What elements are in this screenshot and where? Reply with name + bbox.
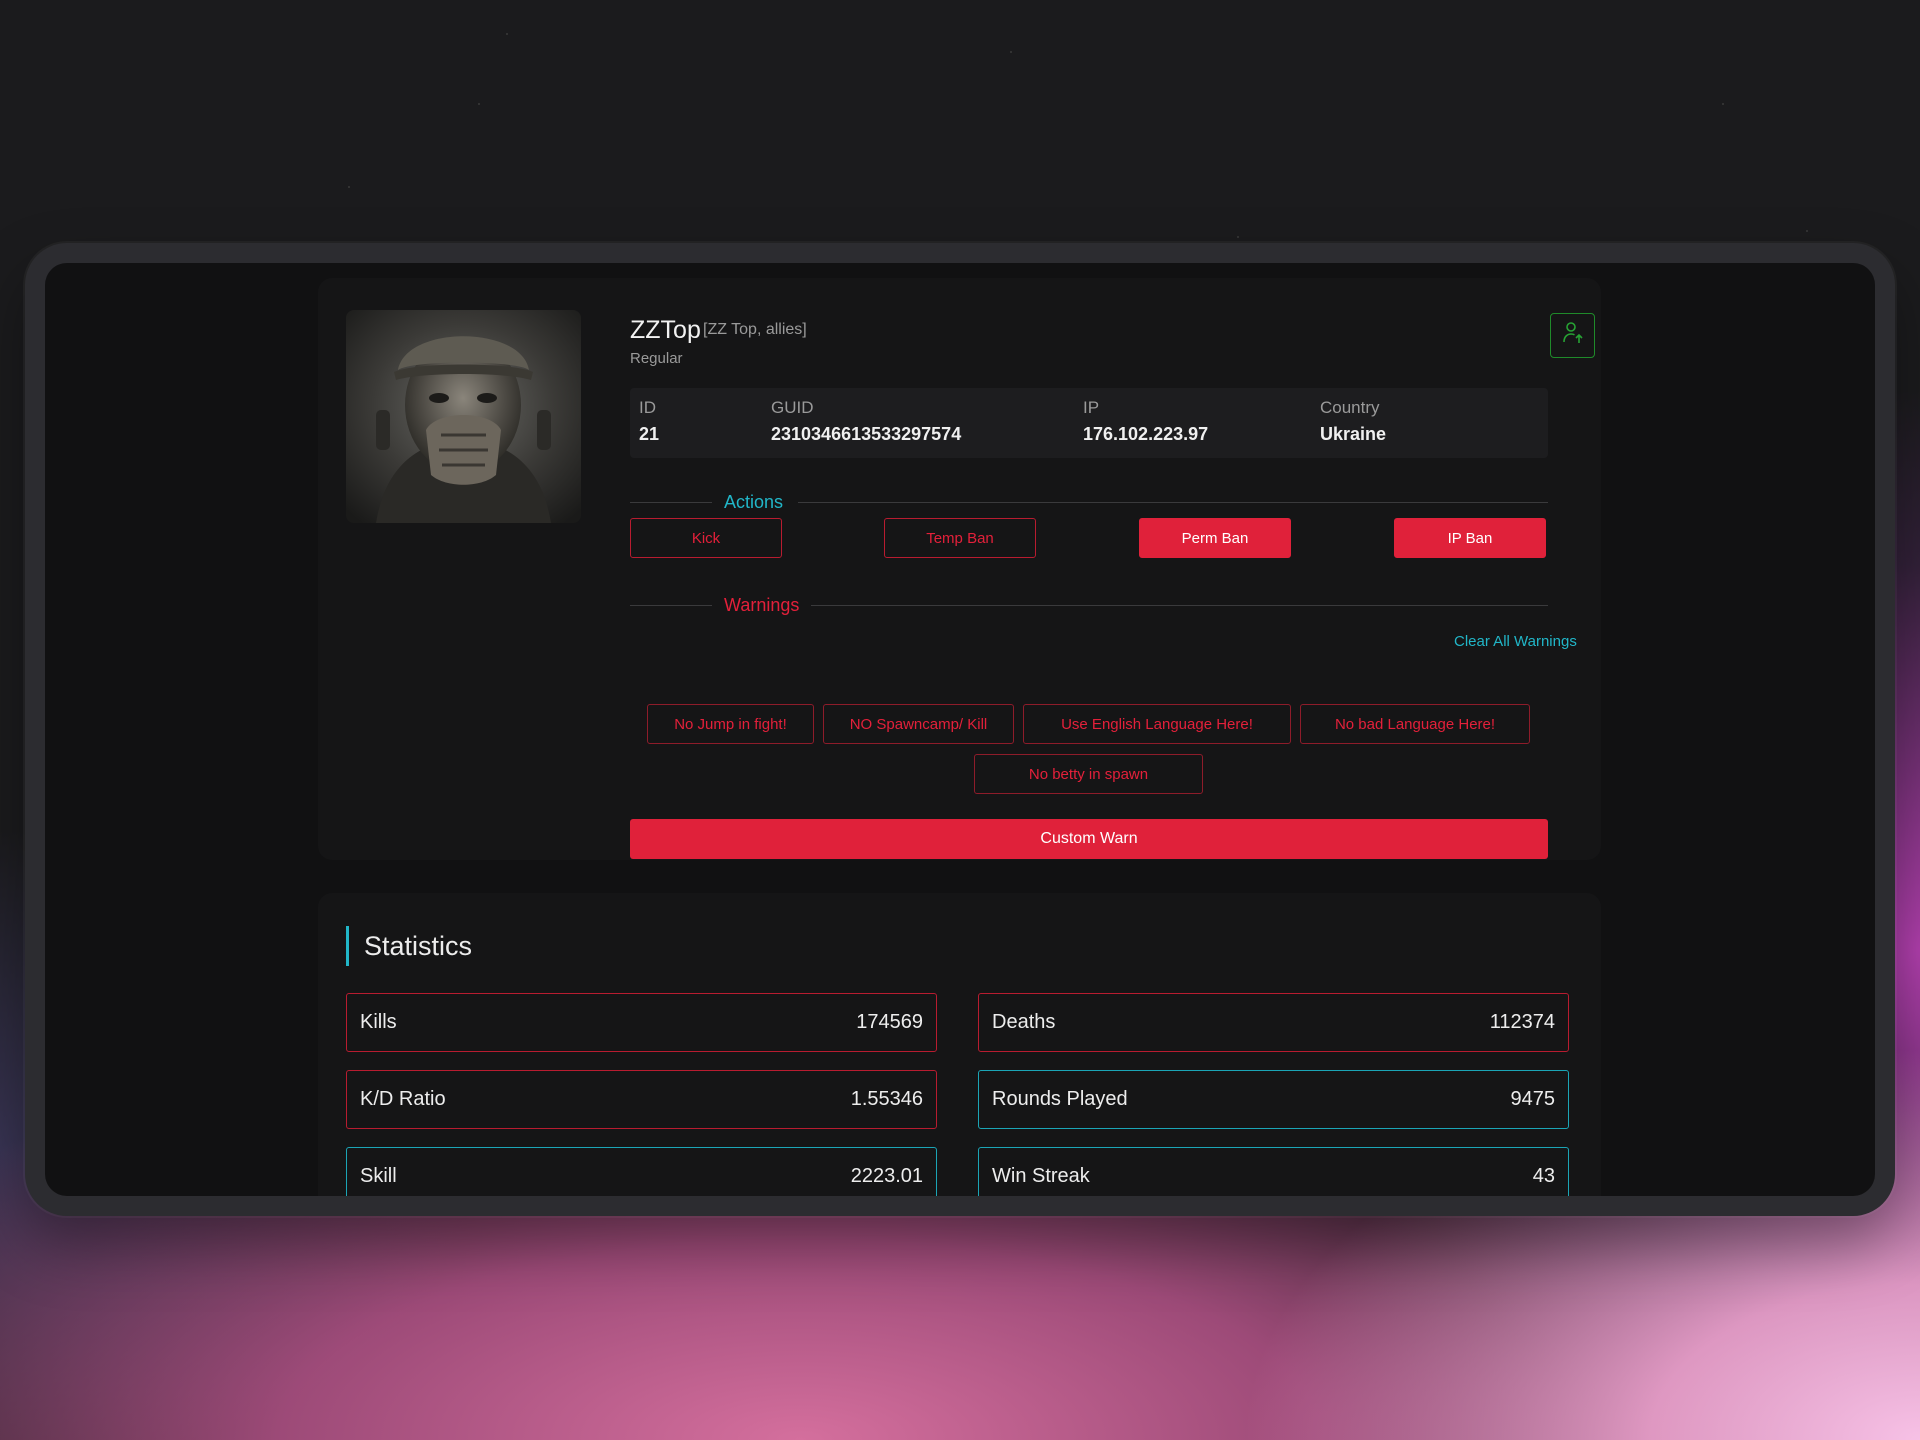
player-info-panel: ID 21 GUID 2310346613533297574 IP 176.10…	[630, 388, 1548, 458]
info-id: ID 21	[639, 398, 659, 445]
custom-warn-button[interactable]: Custom Warn	[630, 819, 1548, 859]
warning-preset-button[interactable]: No betty in spawn	[974, 754, 1203, 794]
device-frame: ZZTop [ZZ Top, allies] Regular ID 21 GUI…	[25, 243, 1895, 1216]
info-guid-value: 2310346613533297574	[771, 424, 962, 444]
info-guid: GUID 2310346613533297574	[771, 398, 961, 445]
stat-deaths: Deaths 112374	[978, 993, 1569, 1052]
player-role: Regular	[630, 350, 683, 367]
perm-ban-button[interactable]: Perm Ban	[1139, 518, 1291, 558]
stat-label: Skill	[360, 1165, 397, 1187]
stat-label: K/D Ratio	[360, 1088, 446, 1110]
statistics-title: Statistics	[364, 931, 473, 961]
stat-kd-ratio: K/D Ratio 1.55346	[346, 1070, 937, 1129]
info-id-value: 21	[639, 424, 660, 444]
actions-divider: Actions	[630, 492, 1548, 512]
info-country-value: Ukraine	[1320, 424, 1387, 444]
ip-ban-button[interactable]: IP Ban	[1394, 518, 1546, 558]
stat-value: 174569	[856, 1011, 923, 1033]
stat-value: 1.55346	[850, 1088, 923, 1110]
warnings-section-label: Warnings	[724, 595, 800, 615]
info-guid-label: GUID	[771, 398, 814, 417]
stat-label: Kills	[360, 1011, 397, 1033]
app-screen: ZZTop [ZZ Top, allies] Regular ID 21 GUI…	[45, 263, 1875, 1196]
info-ip: IP 176.102.223.97	[1083, 398, 1208, 445]
info-country: Country Ukraine	[1320, 398, 1386, 445]
stat-value: 43	[1532, 1165, 1555, 1187]
stat-label: Deaths	[992, 1011, 1056, 1033]
warnings-divider: Warnings	[630, 595, 1548, 615]
player-name: ZZTop	[630, 316, 701, 344]
player-avatar	[346, 310, 581, 523]
clear-all-warnings-link[interactable]: Clear All Warnings	[1454, 633, 1577, 650]
warning-preset-button[interactable]: Use English Language Here!	[1023, 704, 1291, 744]
stat-value: 2223.01	[850, 1165, 923, 1187]
warning-preset-button[interactable]: No bad Language Here!	[1300, 704, 1530, 744]
kick-button[interactable]: Kick	[630, 518, 782, 558]
user-promote-icon	[1562, 321, 1584, 350]
stat-label: Rounds Played	[992, 1088, 1128, 1110]
info-ip-value: 176.102.223.97	[1083, 424, 1209, 444]
info-ip-label: IP	[1083, 398, 1100, 417]
stat-value: 9475	[1510, 1088, 1556, 1110]
statistics-accent-bar	[346, 926, 349, 966]
stat-value: 112374	[1489, 1011, 1555, 1033]
statistics-card: Statistics Kills 174569 Deaths 112374 K/…	[318, 893, 1601, 1196]
player-alias: [ZZ Top, allies]	[703, 321, 807, 338]
stat-win-streak: Win Streak 43	[978, 1147, 1569, 1196]
stat-kills: Kills 174569	[346, 993, 937, 1052]
warning-preset-button[interactable]: No Jump in fight!	[647, 704, 814, 744]
stat-label: Win Streak	[992, 1165, 1090, 1187]
info-country-label: Country	[1320, 398, 1380, 417]
actions-section-label: Actions	[724, 492, 784, 512]
warning-preset-button[interactable]: NO Spawncamp/ Kill	[823, 704, 1014, 744]
stat-skill: Skill 2223.01	[346, 1147, 937, 1196]
stat-rounds-played: Rounds Played 9475	[978, 1070, 1569, 1129]
temp-ban-button[interactable]: Temp Ban	[884, 518, 1036, 558]
player-profile-card: ZZTop [ZZ Top, allies] Regular ID 21 GUI…	[318, 278, 1601, 860]
promote-player-button[interactable]	[1550, 313, 1595, 358]
info-id-label: ID	[639, 398, 656, 417]
